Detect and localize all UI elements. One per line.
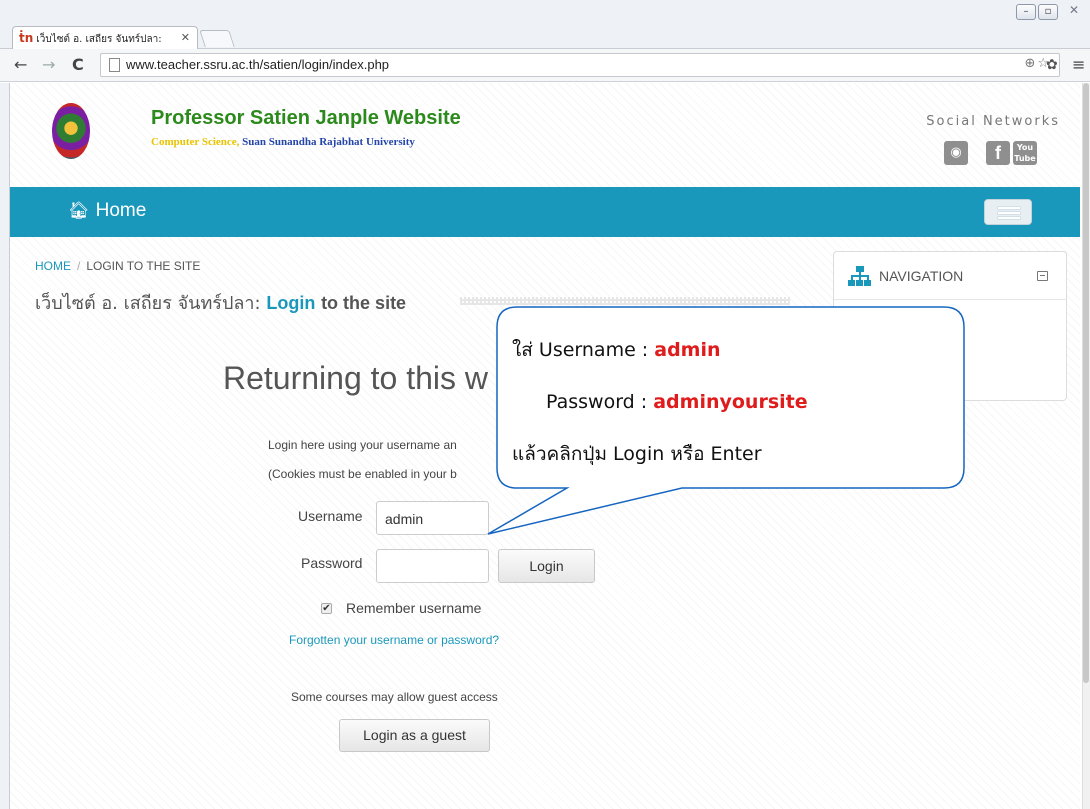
callout-username-value: admin (654, 339, 721, 361)
callout-username-line: ใส่ Username : admin (512, 335, 721, 365)
callout-password-line: Password : adminyoursite (546, 391, 808, 413)
callout-bubble (487, 306, 965, 535)
callout-password-value: adminyoursite (653, 391, 808, 413)
callout-username-prefix: ใส่ Username : (512, 339, 655, 361)
callout-instruction-line: แล้วคลิกปุ่ม Login หรือ Enter (512, 443, 762, 465)
callout-password-prefix: Password : (546, 391, 654, 413)
